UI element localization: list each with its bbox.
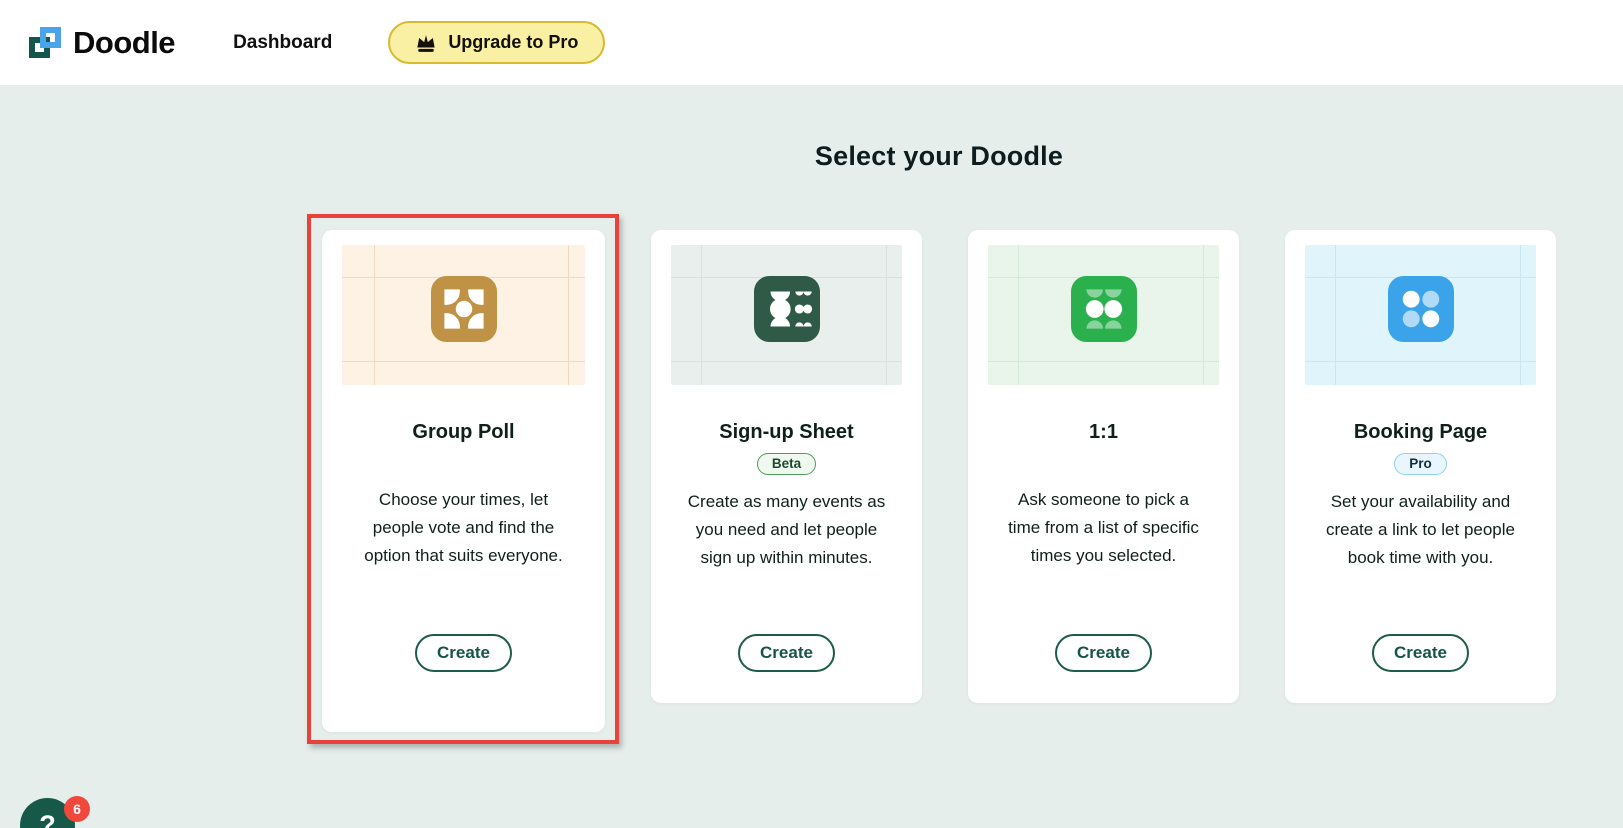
grid-line (1018, 245, 1020, 385)
grid-line (1305, 361, 1536, 363)
card-description: Ask someone to pick a time from a list o… (1008, 490, 1199, 565)
booking-page-icon (1387, 276, 1454, 343)
grid-line (567, 245, 569, 385)
upgrade-to-pro-label: Upgrade to Pro (448, 32, 579, 52)
crown-icon (415, 33, 437, 53)
grid-line (1202, 245, 1204, 385)
nav-dashboard-link[interactable]: Dashboard (233, 32, 332, 54)
card-title: 1:1 (1089, 421, 1118, 443)
group-poll-illustration (342, 245, 585, 385)
grid-line (342, 361, 585, 363)
pro-badge: Pro (1394, 453, 1447, 475)
create-one-to-one-button[interactable]: Create (1055, 634, 1152, 672)
card-title: Booking Page (1353, 421, 1488, 443)
create-sign-up-sheet-button[interactable]: Create (738, 634, 835, 672)
sign-up-sheet-illustration (671, 245, 902, 385)
create-group-poll-button[interactable]: Create (415, 634, 512, 672)
card-group-poll[interactable]: Group Poll Choose your times, let people… (322, 230, 605, 732)
card-description: Create as many events as you need and le… (687, 492, 886, 567)
beta-badge: Beta (756, 453, 817, 475)
card-title: Sign-up Sheet (719, 421, 854, 443)
one-to-one-illustration (988, 245, 1219, 385)
grid-line (988, 361, 1219, 363)
card-description: Choose your times, let people vote and f… (364, 490, 563, 565)
card-one-to-one[interactable]: 1:1 Ask someone to pick a time from a li… (968, 230, 1239, 703)
grid-line (885, 245, 887, 385)
page-title: Select your Doodle (814, 141, 1064, 171)
sign-up-sheet-icon (753, 276, 820, 343)
top-header: Doodle Dashboard Upgrade to Pro (0, 0, 1623, 85)
card-booking-page[interactable]: Booking Page Pro Set your availability a… (1285, 230, 1556, 703)
doodle-logo-icon (26, 24, 64, 62)
booking-page-illustration (1305, 245, 1536, 385)
card-sign-up-sheet[interactable]: Sign-up Sheet Beta Create as many events… (651, 230, 922, 703)
upgrade-to-pro-button[interactable]: Upgrade to Pro (388, 21, 606, 64)
main-content: Select your Doodle Group Poll Choose you… (322, 85, 1556, 732)
doodle-type-cards: Group Poll Choose your times, let people… (322, 230, 1556, 732)
grid-line (701, 245, 703, 385)
grid-line (373, 245, 375, 385)
grid-line (1519, 245, 1521, 385)
one-to-one-icon (1070, 276, 1137, 343)
question-mark-icon: ? (39, 810, 56, 828)
card-title: Group Poll (412, 421, 515, 443)
card-description: Set your availability and create a link … (1325, 492, 1515, 567)
grid-line (1335, 245, 1337, 385)
doodle-logo-text: Doodle (73, 24, 176, 60)
grid-line (671, 361, 902, 363)
create-booking-page-button[interactable]: Create (1372, 634, 1469, 672)
notification-badge[interactable]: 6 (64, 796, 90, 822)
doodle-logo[interactable]: Doodle (26, 24, 176, 62)
group-poll-icon (430, 276, 497, 343)
